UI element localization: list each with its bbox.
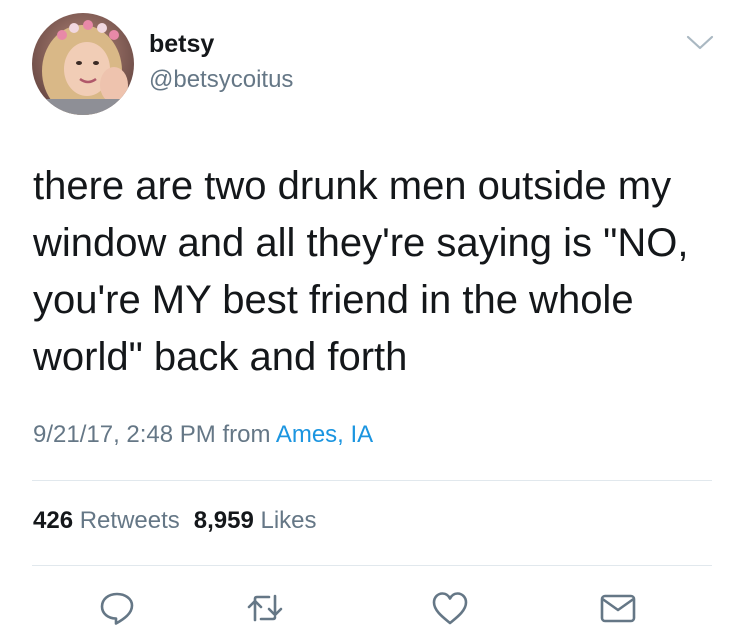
envelope-icon[interactable]: [598, 588, 638, 628]
tweet-timestamp[interactable]: 9/21/17, 2:48 PM: [33, 421, 216, 448]
reply-icon[interactable]: [97, 588, 137, 628]
likes-stat[interactable]: 8,959 Likes: [194, 507, 317, 534]
tweet-stats: 426 Retweets 8,959 Likes: [33, 507, 317, 535]
tweet-text: there are two drunk men outside my windo…: [33, 164, 689, 379]
avatar-image: [32, 13, 134, 115]
action-bar: [0, 588, 735, 628]
divider: [32, 565, 712, 566]
divider: [32, 480, 712, 481]
display-name[interactable]: betsy: [149, 30, 214, 59]
user-handle[interactable]: @betsycoitus: [149, 66, 293, 94]
heart-icon[interactable]: [430, 588, 470, 628]
likes-count: 8,959: [193, 507, 254, 534]
tweet-meta: 9/21/17, 2:48 PM from Ames, IA: [33, 421, 373, 449]
retweets-stat[interactable]: 426 Retweets: [33, 507, 180, 534]
chevron-down-icon[interactable]: [682, 28, 718, 58]
likes-label: Likes: [260, 507, 317, 534]
retweets-count: 426: [33, 507, 74, 534]
retweets-label: Retweets: [79, 507, 180, 534]
tweet-location-link[interactable]: Ames, IA: [276, 421, 373, 448]
avatar[interactable]: [32, 13, 134, 115]
from-label: from: [222, 421, 271, 448]
retweet-icon[interactable]: [245, 588, 285, 628]
